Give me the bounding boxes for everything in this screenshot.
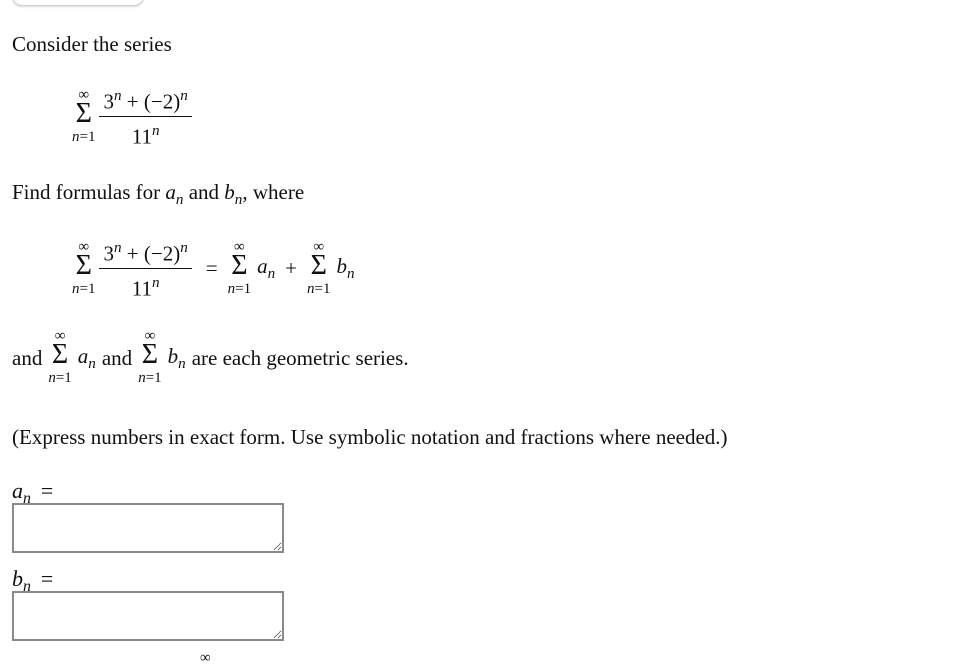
sigma-icon: Σ bbox=[51, 339, 69, 370]
an-answer-input[interactable] bbox=[12, 503, 284, 553]
series-fraction: 3n + (−2)n 11n bbox=[99, 84, 192, 150]
partial-infinity-symbol: ∞ bbox=[200, 650, 211, 666]
intro-text: Consider the series bbox=[12, 32, 172, 56]
fraction-denominator: 11n bbox=[131, 123, 160, 149]
summation-symbol: ∞ Σ n=1 bbox=[72, 87, 96, 145]
sigma-icon: Σ bbox=[231, 249, 248, 281]
equals-sign: = bbox=[205, 256, 218, 281]
fraction-numerator: 3n + (−2)n bbox=[99, 84, 192, 118]
series-expression: ∞ Σ n=1 3n + (−2)n 11n bbox=[72, 84, 196, 150]
summation-symbol: ∞ Σ n=1 bbox=[48, 328, 72, 387]
series-fraction: 3n + (−2)n 11n bbox=[99, 236, 192, 302]
plus-sign: + bbox=[285, 256, 297, 281]
sum-lower-limit: n=1 bbox=[72, 128, 96, 145]
sigma-icon: Σ bbox=[310, 249, 327, 281]
summation-symbol: ∞ Σ n=1 bbox=[138, 328, 162, 387]
sigma-icon: Σ bbox=[141, 339, 159, 370]
summation-symbol: ∞ Σ n=1 bbox=[227, 238, 252, 297]
bn-answer-input[interactable] bbox=[12, 591, 284, 641]
decomposition-equation: ∞ Σ n=1 3n + (−2)n 11n = ∞ Σ n=1 an + ∞ … bbox=[72, 236, 355, 302]
find-formulas-text: Find formulas for an and bn, where bbox=[12, 180, 305, 208]
sigma-icon: Σ bbox=[75, 97, 92, 129]
instructions-text: (Express numbers in exact form. Use symb… bbox=[12, 425, 728, 449]
sigma-icon: Σ bbox=[75, 249, 92, 281]
summation-symbol: ∞ Σ n=1 bbox=[307, 238, 331, 297]
geometric-sentence: and ∞ Σ n=1 an and ∞ Σ n=1 bn are each g… bbox=[12, 328, 409, 387]
top-button-partial[interactable] bbox=[12, 0, 144, 6]
summation-symbol: ∞ Σ n=1 bbox=[72, 238, 96, 297]
